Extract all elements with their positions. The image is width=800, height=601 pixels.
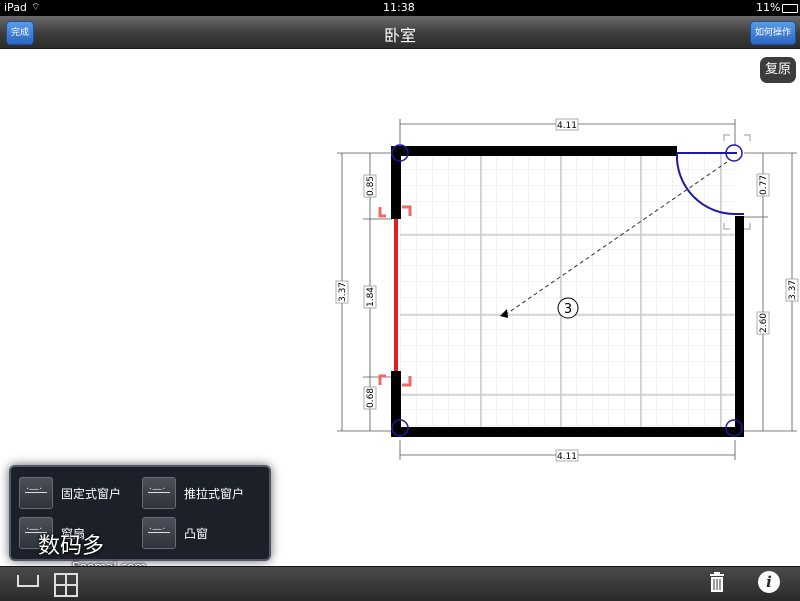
dim-left-window: 1.84 [366, 287, 376, 307]
dim-right-door: 0.77 [759, 175, 769, 195]
fixed-window-icon [19, 477, 53, 509]
dim-left-lower: 0.68 [366, 388, 376, 408]
info-icon[interactable]: i [758, 571, 780, 593]
ruler-icon[interactable] [17, 575, 39, 587]
palette-item-sliding-window[interactable]: 推拉式窗户 [142, 477, 244, 509]
palette-item-label: 凸窗 [184, 526, 209, 541]
bay-window-icon [142, 517, 176, 549]
watermark-text: 数码多 [38, 534, 105, 559]
dim-right-total: 3.37 [788, 280, 798, 300]
watermark: 数码多 Soomal.com [38, 528, 146, 574]
dim-right-lower: 2.60 [759, 313, 769, 333]
room-number: 3 [564, 302, 572, 317]
palette-item-label: 推拉式窗户 [184, 486, 245, 501]
dim-left-upper: 0.85 [366, 176, 376, 196]
trash-icon[interactable] [709, 572, 725, 592]
bottom-toolbar: i [0, 566, 800, 601]
dim-width-bottom: 4.11 [557, 452, 577, 462]
window-grid-icon[interactable] [54, 573, 78, 597]
floor-grid [400, 153, 735, 431]
dim-left-total: 3.37 [338, 282, 348, 302]
sliding-window-icon [142, 477, 176, 509]
palette-item-bay-window[interactable]: 凸窗 [142, 517, 208, 549]
palette-item-label: 固定式窗户 [61, 486, 122, 501]
dim-width-top: 4.11 [557, 121, 577, 131]
palette-item-fixed-window[interactable]: 固定式窗户 [19, 477, 121, 509]
